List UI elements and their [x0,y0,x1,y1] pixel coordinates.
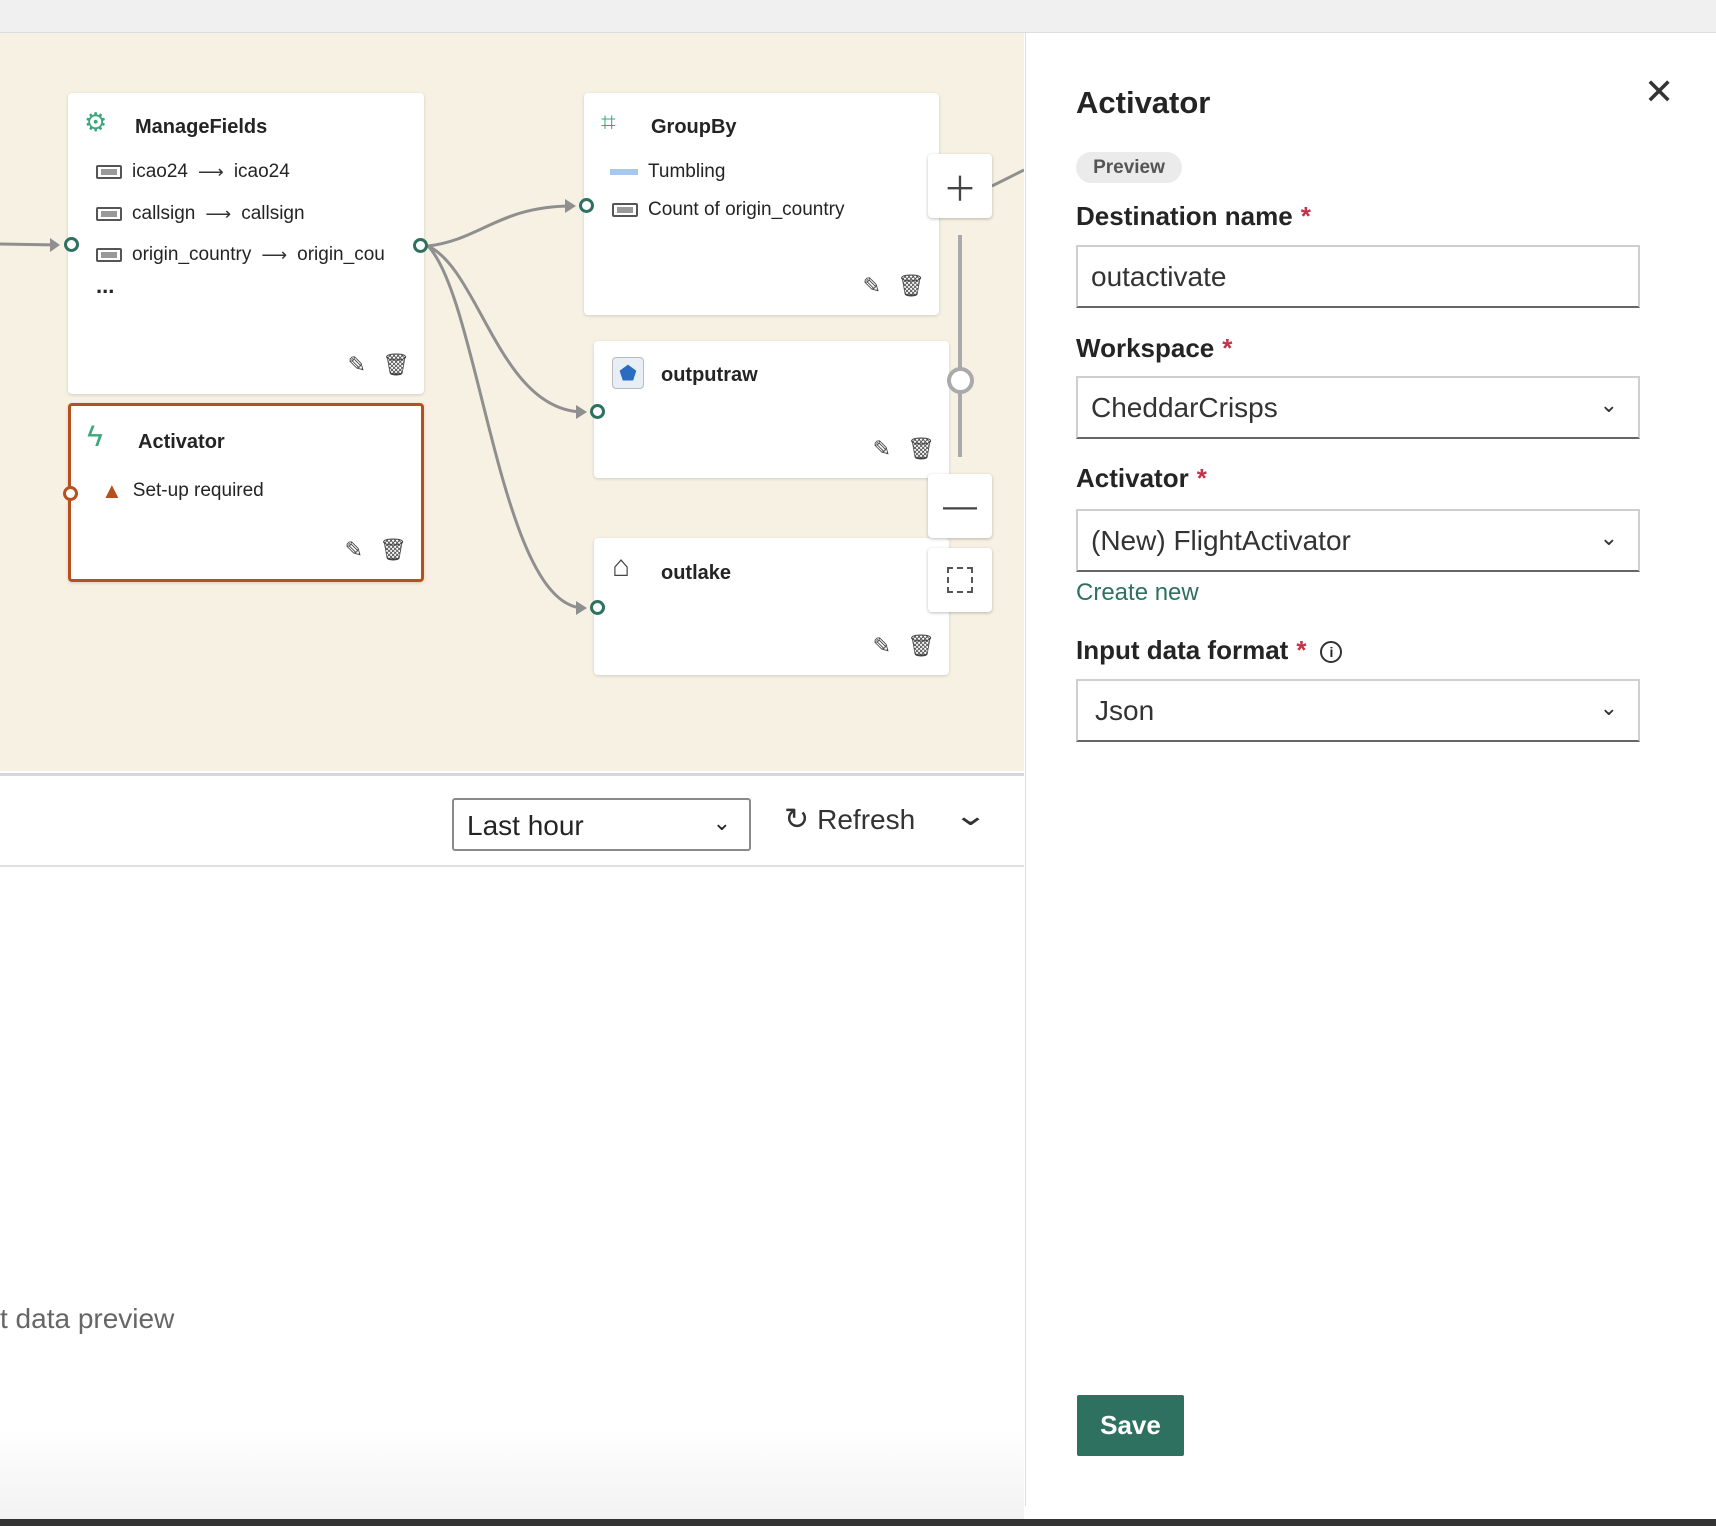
activator-config-panel: Activator ✕ Preview Destination name * ou… [1025,33,1704,1506]
chevron-down-icon: ⌄ [712,810,731,835]
save-button[interactable]: Save [1077,1395,1184,1456]
chevron-down-icon: ⌄ [1599,695,1618,720]
field-row: callsign ⟶ callsign [96,203,305,225]
edit-icon[interactable]: ✎ [873,633,891,659]
fit-to-screen-button[interactable] [928,548,992,612]
refresh-button[interactable]: ↻ Refresh [784,802,915,837]
data-preview-pane: Last hour ⌄ ↻ Refresh ⌄ t data preview [0,773,1024,1519]
window-icon [610,169,638,175]
node-groupby[interactable]: ⌗ GroupBy Tumbling Count of origin_count… [584,93,939,315]
field-icon [612,203,638,217]
aggregate-row: Count of origin_country [612,199,844,221]
node-outlake[interactable]: ⌂ outlake ✎ 🗑 [594,538,949,675]
input-data-format-select[interactable]: Json ⌄ [1076,679,1640,742]
zoom-out-button[interactable]: — [928,474,992,538]
delete-icon[interactable]: 🗑 [379,537,407,563]
info-icon[interactable]: i [1320,641,1343,664]
workspace-label: Workspace * [1076,333,1233,363]
arrow-right-icon: ⟶ [261,244,288,265]
refresh-icon: ↻ [784,803,810,836]
fit-icon [947,567,973,593]
arrow-right-icon: ⟶ [198,161,224,182]
empty-preview-text: t data preview [0,1303,175,1334]
warning-icon: ▲ [101,478,123,503]
input-port[interactable] [579,198,594,213]
node-title: Activator [138,431,225,453]
more-fields: ... [96,273,115,298]
edit-icon[interactable]: ✎ [345,537,363,563]
zoom-in-button[interactable]: ＋ [928,154,992,218]
delete-icon[interactable]: 🗑 [382,352,410,378]
preview-toolbar: Last hour ⌄ ↻ Refresh ⌄ [0,773,1024,867]
field-icon [96,207,122,221]
destination-name-label: Destination name * [1076,201,1311,231]
destination-name-input[interactable]: outactivate [1076,245,1640,308]
edit-icon[interactable]: ✎ [348,352,366,378]
zoom-slider-handle[interactable] [947,367,974,394]
arrow-right-icon: ⟶ [205,203,232,224]
delete-icon[interactable]: 🗑 [907,633,935,659]
delete-icon[interactable]: 🗑 [907,436,935,462]
manage-fields-icon: ⚙ [84,107,108,137]
panel-title: Activator [1076,85,1211,120]
preview-badge: Preview [1076,152,1182,183]
node-managefields[interactable]: ⚙ ManageFields icao24 ⟶ icao24 callsign ⟶ ca… [68,93,424,394]
lightning-icon: ϟ [87,420,103,453]
bottom-edge [0,1519,1716,1526]
close-icon[interactable]: ✕ [1644,71,1674,113]
input-port[interactable] [590,404,605,419]
chevron-down-icon: ⌄ [1599,525,1618,550]
input-data-format-label: Input data format * i [1076,635,1343,666]
node-activator[interactable]: ϟ Activator ▲ Set-up required ✎ 🗑 [68,403,424,582]
eventhouse-icon: ⬟ [612,357,644,389]
top-bar [0,0,1716,33]
field-icon [96,165,122,179]
create-new-link[interactable]: Create new [1076,579,1199,607]
groupby-icon: ⌗ [601,107,616,137]
input-port[interactable] [64,237,79,252]
node-outputraw[interactable]: ⬟ outputraw ✎ 🗑 [594,341,949,478]
field-row: origin_country ⟶ origin_cou [96,244,396,266]
workspace-select[interactable]: CheddarCrisps ⌄ [1076,376,1640,439]
input-port[interactable] [63,486,78,501]
status-row: ▲ Set-up required [101,478,264,503]
chevron-down-icon: ⌄ [1599,392,1618,417]
node-title: GroupBy [651,116,737,138]
output-port[interactable] [413,238,428,253]
time-range-dropdown[interactable]: Last hour ⌄ [452,798,751,851]
node-title: outputraw [661,364,758,386]
field-icon [96,248,122,262]
field-row: icao24 ⟶ icao24 [96,161,290,183]
node-title: ManageFields [135,116,268,138]
delete-icon[interactable]: 🗑 [897,273,925,299]
collapse-chevron-icon[interactable]: ⌄ [953,798,988,833]
edit-icon[interactable]: ✎ [863,273,881,299]
window-row: Tumbling [610,161,725,183]
edit-icon[interactable]: ✎ [873,436,891,462]
input-port[interactable] [590,600,605,615]
activator-select[interactable]: (New) FlightActivator ⌄ [1076,509,1640,572]
node-title: outlake [661,562,732,584]
lakehouse-icon: ⌂ [612,550,631,583]
activator-label: Activator * [1076,463,1207,493]
